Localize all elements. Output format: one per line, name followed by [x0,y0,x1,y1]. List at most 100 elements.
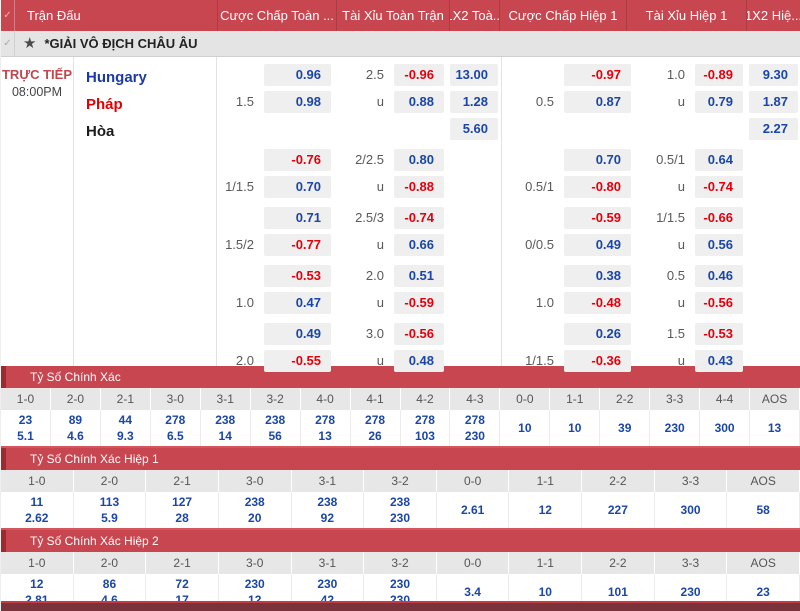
odds-cell[interactable]: -0.56 [695,292,743,314]
odds-cell[interactable]: 5.60 [450,118,498,140]
column-header-ft-handicap[interactable]: Cược Chấp Toàn ... [217,0,336,31]
match-odds-area: TRỰC TIẾP 08:00PM Hungary Pháp Hòa 0.962… [1,57,800,366]
column-header-ft-1x2[interactable]: 1X2 Toà... [449,0,499,31]
score-odds-cell[interactable]: 12 [509,492,582,528]
odds-cell[interactable]: -0.59 [394,292,444,314]
score-odds-cell[interactable]: 2.61 [437,492,510,528]
odds-cell[interactable]: 0.96 [264,64,331,86]
score-odds-cell[interactable]: 23856 [251,410,301,446]
odds-cell[interactable]: -0.77 [264,234,331,256]
score-odds-cell[interactable]: 238230 [364,492,437,528]
score-label: 1-0 [1,388,51,410]
odds-cell[interactable]: -0.80 [564,176,631,198]
score-odds-cell[interactable]: 2786.5 [151,410,201,446]
score-odds-cell[interactable]: 230 [650,410,700,446]
team-away[interactable]: Pháp [86,91,216,118]
odds-cell[interactable]: 0.79 [695,91,743,113]
odds-cell[interactable]: -0.97 [564,64,631,86]
score-odds-cell[interactable]: 227 [582,492,655,528]
odds-cell-slot: 5.60 [447,118,501,140]
handicap-line-label: 0.5/1 [634,149,692,171]
score-odds-cell[interactable]: 235.1 [1,410,51,446]
column-header-ft-overunder[interactable]: Tài Xỉu Toàn Trận [336,0,449,31]
odds-cell[interactable]: -0.74 [695,176,743,198]
score-odds-value: 238 [265,412,285,428]
odds-cell[interactable]: -0.74 [394,207,444,229]
odds-cell[interactable]: 0.38 [564,265,631,287]
score-odds-cell[interactable]: 300 [655,492,728,528]
odds-cell[interactable]: 0.88 [394,91,444,113]
odds-cell[interactable]: 0.66 [394,234,444,256]
odds-cell-slot: -0.74 [692,176,746,198]
team-home[interactable]: Hungary [86,64,216,91]
score-odds-cell[interactable]: 39 [600,410,650,446]
odds-cell[interactable]: -0.88 [394,176,444,198]
odds-cell-slot: -0.36 [561,350,634,372]
odds-cell[interactable]: -0.59 [564,207,631,229]
odds-cell[interactable]: -0.96 [394,64,444,86]
odds-cell[interactable]: 0.70 [264,176,331,198]
score-odds-cell[interactable]: 27826 [351,410,401,446]
odds-row: 0.962.5-0.9613.00-0.971.0-0.899.30 [216,64,800,86]
score-odds-cell[interactable]: 112.62 [1,492,74,528]
score-odds-cell[interactable]: 278103 [401,410,451,446]
star-icon[interactable]: ★ [23,36,36,51]
score-odds-cell[interactable]: 278230 [450,410,500,446]
score-odds-cell[interactable]: 23820 [219,492,292,528]
odds-cell[interactable]: -0.56 [394,323,444,345]
handicap-line-label [216,323,261,345]
column-header-h1-1x2[interactable]: 1X2 Hiệ... [746,0,800,31]
odds-cell[interactable]: 0.49 [264,323,331,345]
odds-cell[interactable]: 0.87 [564,91,631,113]
score-odds-cell[interactable]: 23892 [292,492,365,528]
odds-cell[interactable]: -0.89 [695,64,743,86]
odds-cell[interactable]: -0.53 [264,265,331,287]
odds-cell[interactable]: 1.87 [749,91,798,113]
odds-cell[interactable]: 0.71 [264,207,331,229]
odds-cell[interactable]: -0.76 [264,149,331,171]
odds-cell[interactable]: 9.30 [749,64,798,86]
odds-block: -0.532.00.510.380.50.461.00.47u-0.591.0-… [216,265,800,314]
odds-cell[interactable]: -0.48 [564,292,631,314]
odds-cell[interactable]: 1.28 [450,91,498,113]
odds-cell[interactable]: -0.66 [695,207,743,229]
odds-cell[interactable]: 0.48 [394,350,444,372]
score-odds-cell[interactable]: 1135.9 [74,492,147,528]
odds-cell[interactable]: 0.46 [695,265,743,287]
score-odds-cell[interactable]: 23814 [201,410,251,446]
odds-cell[interactable]: 0.98 [264,91,331,113]
odds-cell[interactable]: -0.53 [695,323,743,345]
odds-cell[interactable]: -0.55 [264,350,331,372]
odds-cell[interactable]: 0.49 [564,234,631,256]
score-odds-cell[interactable]: 300 [700,410,750,446]
odds-cell[interactable]: 0.26 [564,323,631,345]
column-header-h1-overunder[interactable]: Tài Xỉu Hiệp 1 [626,0,746,31]
team-draw[interactable]: Hòa [86,118,216,145]
score-odds-cell[interactable]: 894.6 [51,410,101,446]
odds-cell[interactable]: 2.27 [749,118,798,140]
score-odds-cell[interactable]: 12728 [146,492,219,528]
header-check-strip[interactable]: ✓ [1,0,15,31]
score-odds-cell[interactable]: 10 [500,410,550,446]
odds-cell-slot: -0.59 [561,207,634,229]
score-odds-value: 12 [539,502,552,518]
odds-row: 1.50.98u0.881.280.50.87u0.791.87 [216,91,800,113]
handicap-line-label: 0.5 [634,265,692,287]
odds-cell[interactable]: 0.43 [695,350,743,372]
league-row[interactable]: ✓ ★ *GIẢI VÔ ĐỊCH CHÂU ÂU [1,31,800,57]
score-odds-cell[interactable]: 449.3 [101,410,151,446]
column-header-h1-handicap[interactable]: Cược Chấp Hiệp 1 [499,0,626,31]
league-check-strip[interactable]: ✓ [1,31,15,56]
odds-cell[interactable]: 0.70 [564,149,631,171]
odds-cell[interactable]: 0.56 [695,234,743,256]
score-odds-cell[interactable]: 13 [750,410,800,446]
odds-cell[interactable]: 0.47 [264,292,331,314]
odds-cell[interactable]: 0.80 [394,149,444,171]
score-odds-cell[interactable]: 10 [550,410,600,446]
odds-cell[interactable]: -0.36 [564,350,631,372]
odds-cell[interactable]: 0.51 [394,265,444,287]
odds-cell[interactable]: 13.00 [450,64,498,86]
odds-cell[interactable]: 0.64 [695,149,743,171]
score-odds-cell[interactable]: 58 [727,492,800,528]
score-odds-cell[interactable]: 27813 [301,410,351,446]
